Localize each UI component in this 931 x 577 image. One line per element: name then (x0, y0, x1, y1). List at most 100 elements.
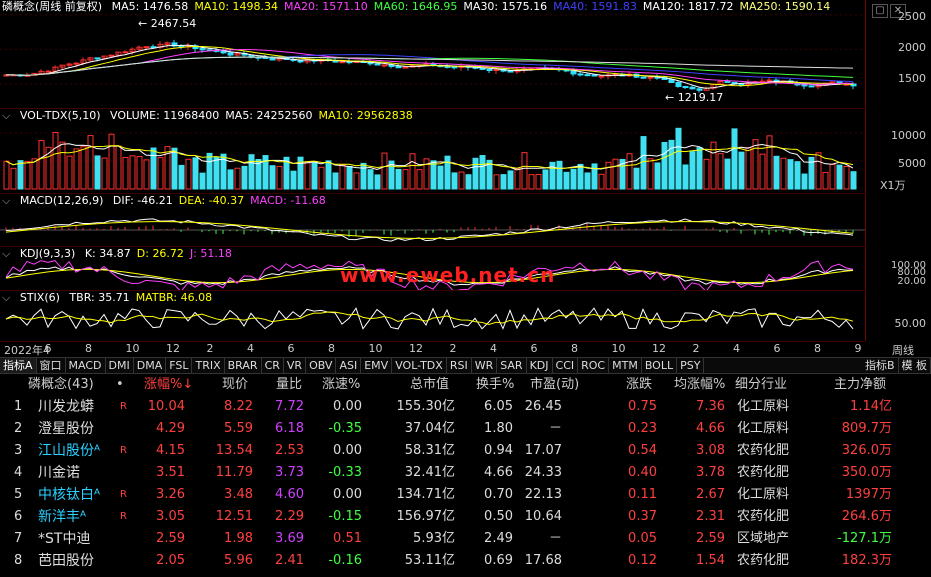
candle (339, 61, 346, 64)
volume-bar (360, 162, 367, 190)
cell-cap: 155.30亿 (396, 399, 456, 414)
price-panel[interactable]: 磷概念(周线 前复权) MA5: 1476.58 MA10: 1498.34 MA2… (0, 0, 865, 109)
column-header[interactable]: 量比 (276, 374, 302, 396)
candle (598, 75, 605, 78)
time-tick: 8 (328, 342, 335, 355)
time-tick: 2 (206, 342, 214, 355)
volume-bar (689, 151, 696, 190)
volume-bar (73, 148, 80, 190)
macd-axis (865, 194, 931, 246)
table-row[interactable]: 3 江山股份ᴬ R 4.15 13.54 2.53 0.00 58.31亿 0.94 17.07 0… (0, 440, 931, 462)
tab-cr[interactable]: CR (262, 358, 284, 373)
table-row[interactable]: 4 川金诺 3.51 11.79 3.73 -0.33 32.41亿 4.66 24.33 0.4… (0, 462, 931, 484)
cell-net: 1397万 (845, 487, 892, 502)
tab-sar[interactable]: SAR (497, 358, 527, 373)
column-header[interactable]: 主力净额 (834, 374, 886, 396)
tab-vol-tdx[interactable]: VOL-TDX (392, 358, 447, 373)
cell-price: 1.98 (224, 531, 253, 546)
column-header[interactable]: 磷概念(43) (28, 374, 94, 396)
column-header[interactable]: 市盈(动) (530, 374, 579, 396)
tab-macd[interactable]: MACD (66, 358, 106, 373)
cell-turn: 0.50 (484, 509, 513, 524)
cell-spd: -0.33 (328, 465, 362, 480)
tab-emv[interactable]: EMV (361, 358, 393, 373)
cell-price: 13.54 (215, 443, 253, 458)
volume-bar (234, 167, 241, 190)
cell-mark: R (120, 401, 127, 412)
tab-brar[interactable]: BRAR (225, 358, 262, 373)
tab-dma[interactable]: DMA (134, 358, 167, 373)
tab-boll[interactable]: BOLL (642, 358, 678, 373)
column-header[interactable]: 细分行业 (735, 374, 787, 396)
kdj-panel[interactable]: ⌵ KDJ(9,3,3) K: 34.87 D: 26.72 J: 51.18 ww… (0, 247, 865, 291)
table-row[interactable]: 8 芭田股份 2.05 5.96 2.41 -0.16 53.11亿 0.69 17.68 0.1… (0, 550, 931, 572)
tab-roc[interactable]: ROC (578, 358, 610, 373)
time-tick: 6 (773, 342, 781, 355)
volume-bar (353, 172, 360, 190)
tab-mtm[interactable]: MTM (609, 358, 642, 373)
column-header[interactable]: 换手% (476, 374, 514, 396)
candle (570, 70, 577, 75)
table-row[interactable]: 6 新洋丰ᴬ R 3.05 12.51 2.29 -0.15 156.97亿 0.50 10.64… (0, 506, 931, 528)
tab-窗口[interactable]: 窗口 (37, 358, 66, 373)
table-row[interactable]: 2 澄星股份 4.29 5.59 6.18 -0.35 37.04亿 1.80 － 0.23 4.6… (0, 418, 931, 440)
tab-cci[interactable]: CCI (553, 358, 579, 373)
column-header[interactable]: 现价 (222, 374, 248, 396)
low-label: ← 1219.17 (665, 91, 724, 104)
volume-bar (752, 139, 759, 190)
cell-no: 1 (14, 399, 23, 414)
cell-diff: 0.75 (628, 399, 657, 414)
period-label[interactable]: 周线 (892, 342, 914, 358)
tab-kdj[interactable]: KDJ (527, 358, 553, 373)
table-row[interactable]: 1 川发龙蟒 R 10.04 8.22 7.72 0.00 155.30亿 6.05 26.45 0… (0, 396, 931, 418)
volume-bar (542, 169, 549, 190)
tab-psy[interactable]: PSY (677, 358, 705, 373)
volume-bar (654, 162, 661, 190)
tab-asi[interactable]: ASI (336, 358, 362, 373)
candle (374, 63, 381, 66)
column-header[interactable]: 涨速% (322, 374, 360, 396)
indicator-value: MA20: 1571.10 (284, 0, 368, 13)
macd-panel[interactable]: ⌵ MACD(12,26,9) DIF: -46.21 DEA: -40.37 MA… (0, 194, 865, 247)
volume-bar (549, 161, 556, 190)
column-header[interactable]: • (116, 374, 124, 396)
candle (402, 66, 409, 69)
chevron-down-icon[interactable]: ⌵ (2, 194, 10, 207)
candle (801, 84, 808, 87)
column-header[interactable]: 涨跌 (626, 374, 652, 396)
volume-bar (101, 157, 108, 190)
chevron-down-icon[interactable]: ⌵ (2, 247, 10, 260)
candle (591, 74, 598, 77)
cell-vr: 2.53 (275, 443, 304, 458)
cell-mark: R (120, 489, 127, 500)
tab-wr[interactable]: WR (472, 358, 498, 373)
table-row[interactable]: 5 中核钛白ᴬ R 3.26 3.48 4.60 0.00 134.71亿 0.70 22.13 0… (0, 484, 931, 506)
indicator-value: D: 26.72 (136, 247, 184, 260)
tab-rsi[interactable]: RSI (447, 358, 472, 373)
chevron-down-icon[interactable]: ⌵ (2, 109, 10, 122)
tab-trix[interactable]: TRIX (192, 358, 225, 373)
tab-right-1[interactable]: 模 板 (899, 358, 931, 373)
restore-icon[interactable]: ▢ (872, 4, 888, 18)
stix-panel[interactable]: ⌵ STIX(6) TBR: 35.71 MATBR: 46.08 (0, 291, 865, 342)
tab-dmi[interactable]: DMI (106, 358, 134, 373)
volume-panel[interactable]: ⌵ VOL-TDX(5,10) VOLUME: 11968400 MA5: 242… (0, 109, 865, 194)
time-tick: 10 (368, 342, 383, 355)
table-row[interactable]: 7 *ST中迪 2.59 1.98 3.69 0.51 5.93亿 2.49 － 0.05 2.59… (0, 528, 931, 550)
column-header[interactable]: 总市值 (410, 374, 449, 396)
tab-fsl[interactable]: FSL (166, 358, 193, 373)
volume-bar (395, 168, 402, 190)
tab-right-0[interactable]: 指标B (862, 358, 899, 373)
time-tick: 4 (247, 342, 254, 355)
cell-avg: 2.67 (696, 487, 725, 502)
volume-bar (661, 141, 668, 190)
volume-bar (115, 145, 122, 190)
column-header[interactable]: 涨幅%↓ (144, 374, 193, 396)
tab-指标a[interactable]: 指标A (0, 358, 37, 373)
chevron-down-icon[interactable]: ⌵ (2, 291, 10, 304)
tab-vr[interactable]: VR (284, 358, 307, 373)
column-header[interactable]: 均涨幅% (674, 374, 725, 396)
tab-obv[interactable]: OBV (306, 358, 337, 373)
cell-diff: 0.12 (628, 553, 657, 568)
volume-bar (409, 153, 416, 190)
